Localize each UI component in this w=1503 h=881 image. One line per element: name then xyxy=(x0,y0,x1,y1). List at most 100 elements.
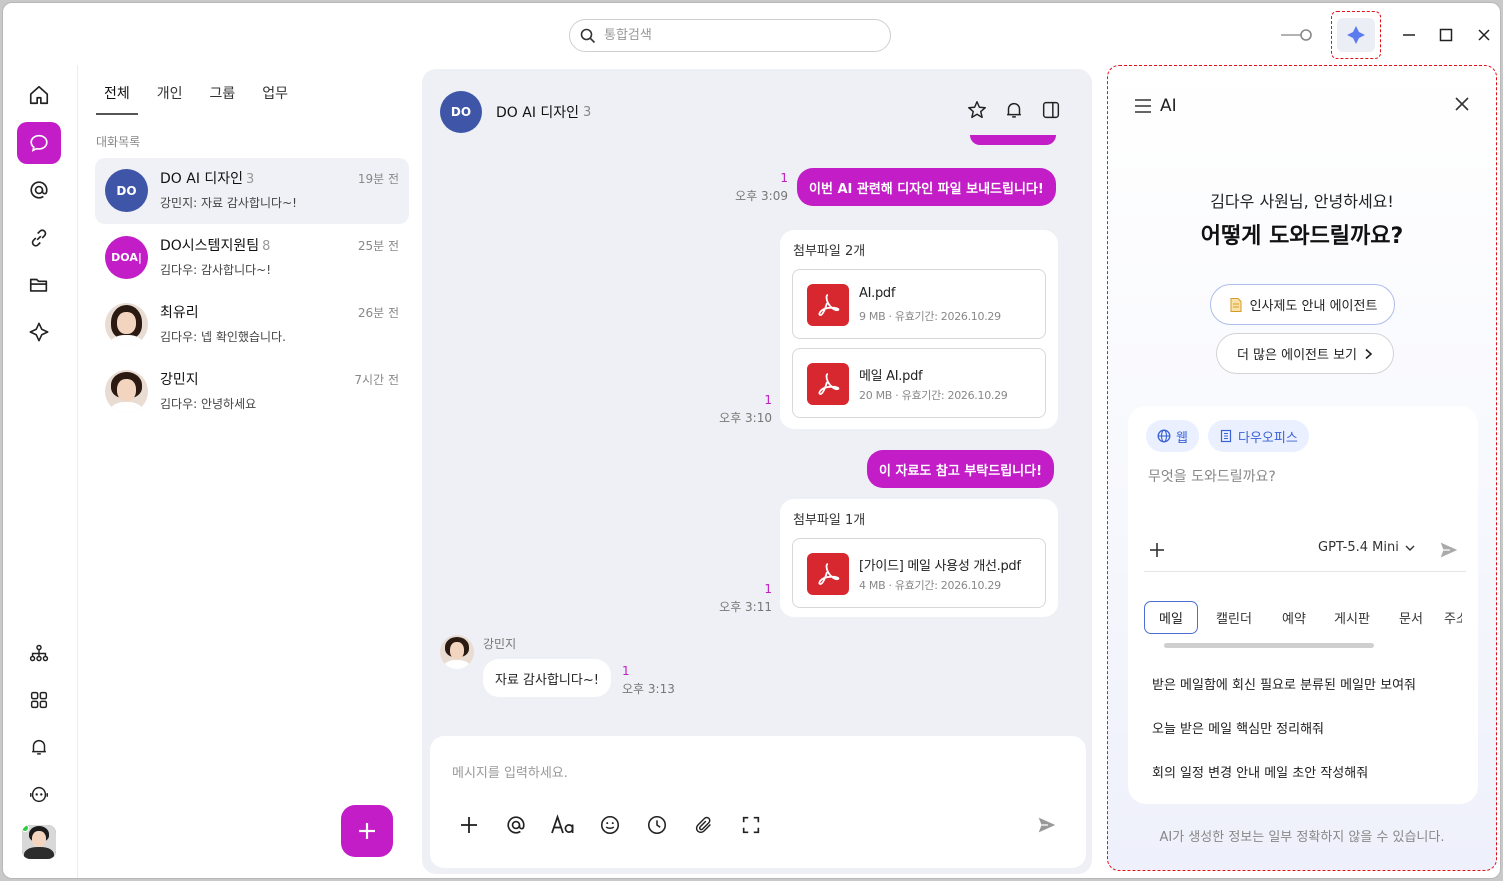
send-icon xyxy=(1038,817,1056,833)
ai-assistant-panel: AI 김다우 사원님, 안녕하세요! 어떻게 도와드릴까요? 인사제도 안내 에… xyxy=(1107,65,1497,871)
conversation-title: 최유리 xyxy=(160,305,199,321)
ai-panel-close-button[interactable] xyxy=(1454,96,1470,116)
file-name: [가이드] 메일 사용성 개선.pdf xyxy=(859,559,1021,574)
category-tab-docs[interactable]: 문서 xyxy=(1386,601,1436,634)
attach-file-button[interactable] xyxy=(691,812,717,838)
list-item[interactable]: 강민지 김다우: 안녕하세요 7시간 전 xyxy=(95,359,409,425)
ai-send-button[interactable] xyxy=(1438,539,1460,565)
tab-personal[interactable]: 개인 xyxy=(146,79,194,113)
maximize-icon xyxy=(1439,28,1453,42)
category-tab-board[interactable]: 게시판 xyxy=(1324,601,1380,634)
message-input[interactable] xyxy=(452,766,1052,781)
suggestion-item[interactable]: 오늘 받은 메일 핵심만 정리해줘 xyxy=(1152,718,1324,737)
list-item[interactable]: 최유리 김다우: 넵 확인했습니다. 26분 전 xyxy=(95,292,409,358)
grid-icon xyxy=(30,691,48,709)
nav-mention[interactable] xyxy=(17,169,61,211)
conversation-list-panel: 전체 개인 그룹 업무 대화목록 DO DO AI 디자인 3 강민지: 자료 감… xyxy=(79,65,421,878)
tab-work[interactable]: 업무 xyxy=(251,79,299,113)
model-name: GPT-5.4 Mini xyxy=(1318,540,1399,555)
file-item[interactable]: [가이드] 메일 사용성 개선.pdf 4 MB · 유효기간: 2026.10… xyxy=(792,538,1046,608)
category-scrollbar[interactable] xyxy=(1164,643,1374,648)
global-search[interactable] xyxy=(569,19,891,52)
nav-links[interactable] xyxy=(17,217,61,259)
unread-count: 1 xyxy=(622,664,630,678)
minimize-icon xyxy=(1403,34,1415,36)
minimize-button[interactable] xyxy=(1396,21,1422,49)
emoji-button[interactable] xyxy=(597,812,623,838)
tab-group[interactable]: 그룹 xyxy=(199,79,247,113)
ai-panel-toggle-button[interactable] xyxy=(1331,11,1381,59)
plus-icon xyxy=(1150,543,1164,557)
nav-ai[interactable] xyxy=(17,311,61,353)
web-chip[interactable]: 웹 xyxy=(1146,420,1199,452)
star-icon[interactable] xyxy=(966,99,988,121)
suggestion-item[interactable]: 회의 일정 변경 안내 메일 초안 작성해줘 xyxy=(1152,762,1368,781)
side-panel-icon[interactable] xyxy=(1040,99,1062,121)
file-item[interactable]: AI.pdf 9 MB · 유효기간: 2026.10.29 xyxy=(792,269,1046,339)
timestamp: 25분 전 xyxy=(357,239,399,253)
daouoffice-chip-label: 다우오피스 xyxy=(1238,430,1298,446)
nav-notifications[interactable] xyxy=(17,726,61,768)
bell-icon[interactable] xyxy=(1003,99,1025,121)
ai-sparkle-icon xyxy=(1347,26,1365,44)
nav-org-chart[interactable] xyxy=(17,632,61,674)
send-button[interactable] xyxy=(1034,812,1060,838)
list-item[interactable]: DOA| DO시스템지원팀 8 김다우: 감사합니다~! 25분 전 xyxy=(95,225,409,291)
file-item[interactable]: 메일 AI.pdf 20 MB · 유효기간: 2026.10.29 xyxy=(792,348,1046,418)
ai-add-button[interactable] xyxy=(1148,541,1166,563)
org-chart-icon xyxy=(29,644,49,662)
more-agents-button[interactable]: 더 많은 에이전트 보기 xyxy=(1216,333,1394,374)
divider xyxy=(1144,571,1466,572)
category-tab-calendar[interactable]: 캘린더 xyxy=(1204,601,1264,634)
hr-agent-button[interactable]: 인사제도 안내 에이전트 xyxy=(1210,284,1395,325)
message-meta: 1 오후 3:13 xyxy=(622,662,675,698)
message-composer xyxy=(430,736,1086,868)
toggle-switch[interactable] xyxy=(1279,21,1315,49)
mention-button[interactable] xyxy=(503,812,529,838)
menu-icon[interactable] xyxy=(1134,98,1152,114)
file-info: 20 MB · 유효기간: 2026.10.29 xyxy=(859,389,1008,402)
chat-header: DO DO AI 디자인 3 xyxy=(440,91,591,133)
model-selector[interactable]: GPT-5.4 Mini xyxy=(1318,540,1415,555)
chevron-down-icon xyxy=(1405,545,1415,551)
close-window-button[interactable] xyxy=(1471,21,1497,49)
chat-avatar: DO xyxy=(440,91,482,133)
list-item[interactable]: DO DO AI 디자인 3 강민지: 자료 감사합니다~! 19분 전 xyxy=(95,158,409,224)
message-time: 오후 3:11 xyxy=(719,600,772,614)
sender-avatar[interactable] xyxy=(440,635,474,669)
ai-prompt-input[interactable] xyxy=(1148,466,1458,506)
nav-home[interactable] xyxy=(17,74,61,116)
nav-chat[interactable] xyxy=(17,122,61,164)
message-bubble: 이번 AI 관련해 디자인 파일 보내드립니다! xyxy=(797,168,1056,206)
new-chat-button[interactable] xyxy=(341,805,393,857)
category-tab-address[interactable]: 주소 xyxy=(1444,601,1462,634)
member-count: 8 xyxy=(262,239,271,254)
search-input[interactable] xyxy=(604,28,864,43)
chat-header-actions xyxy=(966,99,1062,121)
suggestion-item[interactable]: 받은 메일함에 회신 필요로 분류된 메일만 보여줘 xyxy=(1152,674,1416,693)
hr-agent-label: 인사제도 안내 에이전트 xyxy=(1249,299,1378,314)
category-tab-reservation[interactable]: 예약 xyxy=(1268,601,1320,634)
my-profile-avatar[interactable] xyxy=(22,825,56,859)
nav-bot[interactable] xyxy=(17,773,61,815)
attachment-header: 첨부파일 1개 xyxy=(793,513,866,528)
conversation-name: 최유리 xyxy=(160,302,199,322)
daouoffice-chip[interactable]: 다우오피스 xyxy=(1208,420,1309,452)
category-tab-mail[interactable]: 메일 xyxy=(1144,601,1198,634)
attach-plus-button[interactable] xyxy=(456,812,482,838)
chat-bubble-icon xyxy=(30,134,48,152)
text-format-button[interactable] xyxy=(550,812,576,838)
avatar: DOA| xyxy=(105,236,148,279)
nav-apps[interactable] xyxy=(17,679,61,721)
capture-button[interactable] xyxy=(738,812,764,838)
tab-all[interactable]: 전체 xyxy=(93,79,141,115)
member-count: 3 xyxy=(246,172,255,187)
maximize-button[interactable] xyxy=(1433,21,1459,49)
nav-folder[interactable] xyxy=(17,264,61,306)
ai-greeting: 김다우 사원님, 안녕하세요! xyxy=(1210,192,1394,211)
plus-icon xyxy=(461,817,477,833)
schedule-send-button[interactable] xyxy=(644,812,670,838)
diamond-sparkle-icon xyxy=(29,322,49,342)
message-bubble: 이 자료도 참고 부탁드립니다! xyxy=(867,450,1055,488)
nav-rail xyxy=(3,65,78,878)
